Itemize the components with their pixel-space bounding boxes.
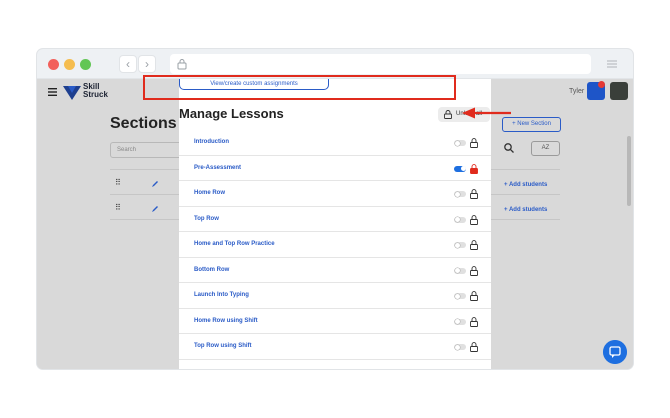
close-window-button[interactable]: [48, 59, 59, 70]
page-content: Skill Struck Tyler Sections Search ⠿ ⠿ +…: [37, 79, 633, 369]
search-icon[interactable]: [503, 142, 515, 154]
toggle-knob: [454, 217, 460, 222]
user-name: Tyler: [569, 88, 585, 95]
lesson-row: Top Row: [179, 207, 491, 232]
edit-pencil-icon[interactable]: [151, 205, 159, 213]
lesson-link[interactable]: Pre-Assessment: [194, 165, 241, 171]
lesson-lock-toggle[interactable]: [454, 191, 466, 197]
hamburger-menu-icon[interactable]: [48, 88, 57, 96]
scrollbar[interactable]: [627, 136, 631, 206]
padlock-icon: [470, 291, 478, 301]
minimize-window-button[interactable]: [64, 59, 75, 70]
lesson-row: Home Row using Shift: [179, 309, 491, 334]
toggle-knob: [454, 344, 460, 350]
new-section-button[interactable]: + New Section: [502, 117, 561, 132]
add-students-link[interactable]: + Add students: [504, 207, 547, 213]
toggle-knob: [460, 166, 466, 171]
add-students-link[interactable]: + Add students: [504, 182, 547, 188]
logo-text: Skill Struck: [83, 82, 108, 99]
lesson-list: Introduction Pre-Assessment Home Row Top Ro…: [179, 130, 491, 360]
padlock-icon: [470, 316, 478, 327]
toggle-knob: [454, 268, 460, 273]
lesson-row: Pre-Assessment: [179, 156, 491, 181]
lesson-lock-toggle[interactable]: [454, 165, 466, 172]
lesson-row: Bottom Row: [179, 258, 491, 283]
address-bar[interactable]: [170, 54, 591, 74]
lesson-lock-toggle[interactable]: [454, 140, 466, 146]
toggle-knob: [454, 319, 460, 324]
search-input[interactable]: Search: [110, 142, 190, 158]
lesson-link[interactable]: Home Row using Shift: [194, 318, 258, 324]
padlock-icon: [470, 240, 478, 250]
lesson-lock-toggle[interactable]: [454, 318, 466, 325]
highlight-box: [143, 75, 456, 100]
lesson-link[interactable]: Top Row: [194, 216, 219, 222]
lesson-link[interactable]: Home and Top Row Practice: [194, 241, 275, 247]
padlock-icon: [470, 138, 478, 148]
drag-handle-icon[interactable]: ⠿: [115, 178, 121, 187]
maximize-window-button[interactable]: [80, 59, 91, 70]
lesson-link[interactable]: Launch Into Typing: [194, 292, 249, 298]
lesson-lock-toggle[interactable]: [454, 293, 466, 299]
lesson-link[interactable]: Introduction: [194, 139, 229, 145]
padlock-icon: [470, 265, 478, 276]
lesson-lock-toggle[interactable]: [454, 216, 466, 223]
manage-lessons-modal: View/create custom assignments Manage Le…: [179, 79, 491, 369]
notification-badge: [598, 81, 605, 88]
toggle-knob: [454, 293, 460, 299]
lesson-link[interactable]: Bottom Row: [194, 267, 229, 273]
lesson-lock-toggle[interactable]: [454, 344, 466, 350]
lesson-row: Home Row: [179, 181, 491, 207]
lesson-link[interactable]: Top Row using Shift: [194, 343, 252, 349]
forward-button[interactable]: ›: [138, 55, 156, 73]
skill-struck-logo-icon: [63, 86, 81, 100]
back-button[interactable]: ‹: [119, 55, 137, 73]
modal-title: Manage Lessons: [179, 106, 284, 121]
toggle-knob: [454, 242, 460, 248]
padlock-icon: [444, 110, 452, 119]
padlock-icon: [470, 189, 478, 199]
chat-button[interactable]: [603, 340, 627, 364]
toggle-knob: [454, 140, 460, 146]
toggle-knob: [454, 191, 460, 197]
edit-pencil-icon[interactable]: [151, 180, 159, 188]
padlock-icon: [470, 214, 478, 225]
lock-icon: [177, 59, 187, 70]
avatar[interactable]: [610, 82, 628, 100]
lesson-lock-toggle[interactable]: [454, 242, 466, 248]
sort-az-button[interactable]: AZ: [531, 141, 560, 156]
drag-handle-icon[interactable]: ⠿: [115, 203, 121, 212]
padlock-icon: [470, 342, 478, 352]
lesson-row: Launch Into Typing: [179, 283, 491, 309]
lesson-row: Home and Top Row Practice: [179, 232, 491, 258]
arrow-left-icon: [462, 107, 511, 119]
lesson-row: Top Row using Shift: [179, 334, 491, 360]
browser-menu-icon[interactable]: [603, 56, 621, 72]
lesson-lock-toggle[interactable]: [454, 267, 466, 274]
lesson-row: Introduction: [179, 130, 491, 156]
page-title: Sections: [110, 115, 177, 132]
lesson-link[interactable]: Home Row: [194, 190, 225, 196]
padlock-icon: [470, 163, 478, 174]
